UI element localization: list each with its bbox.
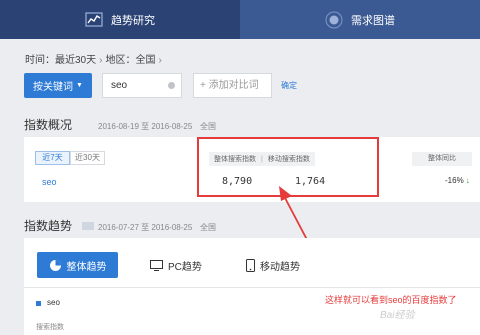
y-axis-label: 搜索指数 bbox=[36, 324, 64, 331]
trend-region: 全国 bbox=[200, 223, 216, 232]
legend-label[interactable]: seo bbox=[47, 298, 60, 307]
trend-date-range: 2016-07-27 至 2016-08-25 bbox=[98, 223, 193, 232]
mobile-trend-button[interactable]: 移动趋势 bbox=[246, 252, 300, 278]
help-icon[interactable] bbox=[82, 222, 94, 230]
pie-chart-icon bbox=[49, 259, 61, 271]
monitor-icon bbox=[150, 259, 163, 271]
pc-trend-button[interactable]: PC趋势 bbox=[150, 252, 202, 278]
annotation-note: 这样就可以看到seo的百度指数了 bbox=[325, 295, 457, 305]
legend-swatch bbox=[36, 301, 41, 306]
overall-trend-button[interactable]: 整体趋势 bbox=[37, 252, 118, 278]
mobile-trend-label: 移动趋势 bbox=[260, 261, 300, 273]
pc-trend-label: PC趋势 bbox=[168, 261, 202, 273]
overall-trend-label: 整体趋势 bbox=[66, 261, 107, 273]
mobile-phone-icon bbox=[246, 258, 255, 272]
divider bbox=[24, 287, 480, 288]
trend-title: 指数趋势 bbox=[24, 219, 73, 233]
watermark: Bai经验 bbox=[380, 310, 415, 321]
